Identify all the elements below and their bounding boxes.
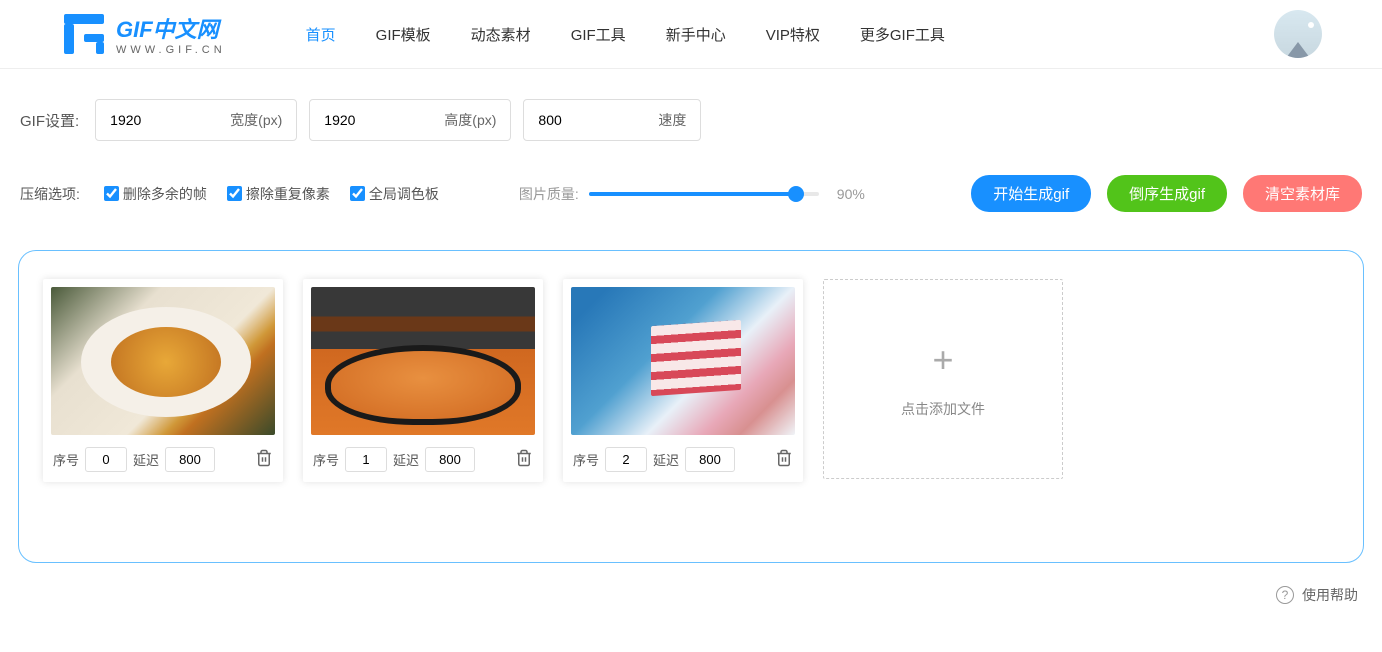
frame-delay-input[interactable]: [165, 447, 215, 472]
quality-label: 图片质量:: [519, 184, 579, 204]
checkbox-global-palette[interactable]: 全局调色板: [350, 184, 439, 204]
speed-input[interactable]: [524, 102, 644, 138]
height-input[interactable]: [310, 102, 430, 138]
speed-suffix: 速度: [644, 100, 700, 140]
checkbox-remove-extra-frames[interactable]: 删除多余的帧: [104, 184, 207, 204]
width-input-group: 宽度(px): [95, 99, 297, 141]
clear-materials-button[interactable]: 清空素材库: [1243, 175, 1362, 212]
trash-icon[interactable]: [775, 449, 793, 470]
frame-image[interactable]: [51, 287, 275, 435]
logo-subtitle: WWW.GIF.CN: [116, 44, 226, 56]
checkbox-label-global-palette: 全局调色板: [369, 184, 439, 204]
nav-templates[interactable]: GIF模板: [376, 24, 431, 45]
checkbox-input-remove-extra[interactable]: [104, 186, 119, 201]
user-avatar[interactable]: [1274, 10, 1322, 58]
frame-index-input[interactable]: [605, 447, 647, 472]
frame-delay-input[interactable]: [425, 447, 475, 472]
frame-delay-input[interactable]: [685, 447, 735, 472]
logo-icon: [60, 10, 108, 58]
frame-card: 序号 延迟: [43, 279, 283, 482]
frame-image[interactable]: [311, 287, 535, 435]
frame-index-label: 序号: [313, 450, 339, 469]
logo-title: GIF中文网: [116, 12, 226, 44]
nav-vip[interactable]: VIP特权: [766, 24, 820, 45]
quality-slider-fill: [589, 192, 796, 196]
nav-home[interactable]: 首页: [306, 24, 336, 45]
start-generate-button[interactable]: 开始生成gif: [971, 175, 1091, 212]
checkbox-input-global-palette[interactable]: [350, 186, 365, 201]
frame-index-label: 序号: [573, 450, 599, 469]
height-input-group: 高度(px): [309, 99, 511, 141]
reverse-generate-button[interactable]: 倒序生成gif: [1107, 175, 1227, 212]
checkbox-erase-duplicate-pixels[interactable]: 擦除重复像素: [227, 184, 330, 204]
site-logo[interactable]: GIF中文网 WWW.GIF.CN: [60, 10, 226, 58]
frame-index-label: 序号: [53, 450, 79, 469]
help-link[interactable]: 使用帮助: [1302, 585, 1358, 605]
quality-value: 90%: [837, 186, 865, 202]
nav-newbie-center[interactable]: 新手中心: [666, 24, 726, 45]
nav-gif-tools[interactable]: GIF工具: [571, 24, 626, 45]
frame-index-input[interactable]: [85, 447, 127, 472]
frame-card: 序号 延迟: [563, 279, 803, 482]
quality-slider-thumb[interactable]: [788, 186, 804, 202]
frame-delay-label: 延迟: [133, 450, 159, 469]
plus-icon: +: [932, 339, 953, 381]
frame-delay-label: 延迟: [393, 450, 419, 469]
nav-animated-assets[interactable]: 动态素材: [471, 24, 531, 45]
help-icon[interactable]: ?: [1276, 586, 1294, 604]
checkbox-label-erase-dup: 擦除重复像素: [246, 184, 330, 204]
compress-options-label: 压缩选项:: [20, 184, 80, 204]
add-file-label: 点击添加文件: [901, 399, 985, 419]
material-library: 序号 延迟 序号 延迟 序号 延迟: [18, 250, 1364, 563]
main-nav: 首页 GIF模板 动态素材 GIF工具 新手中心 VIP特权 更多GIF工具: [306, 24, 1274, 45]
frame-index-input[interactable]: [345, 447, 387, 472]
trash-icon[interactable]: [255, 449, 273, 470]
checkbox-input-erase-dup[interactable]: [227, 186, 242, 201]
height-suffix: 高度(px): [430, 100, 510, 140]
width-suffix: 宽度(px): [216, 100, 296, 140]
speed-input-group: 速度: [523, 99, 701, 141]
frame-image[interactable]: [571, 287, 795, 435]
frame-delay-label: 延迟: [653, 450, 679, 469]
gif-settings-label: GIF设置:: [20, 110, 79, 131]
quality-slider[interactable]: [589, 192, 819, 196]
nav-more-tools[interactable]: 更多GIF工具: [860, 24, 945, 45]
checkbox-label-remove-extra: 删除多余的帧: [123, 184, 207, 204]
frame-card: 序号 延迟: [303, 279, 543, 482]
trash-icon[interactable]: [515, 449, 533, 470]
width-input[interactable]: [96, 102, 216, 138]
add-file-card[interactable]: + 点击添加文件: [823, 279, 1063, 479]
